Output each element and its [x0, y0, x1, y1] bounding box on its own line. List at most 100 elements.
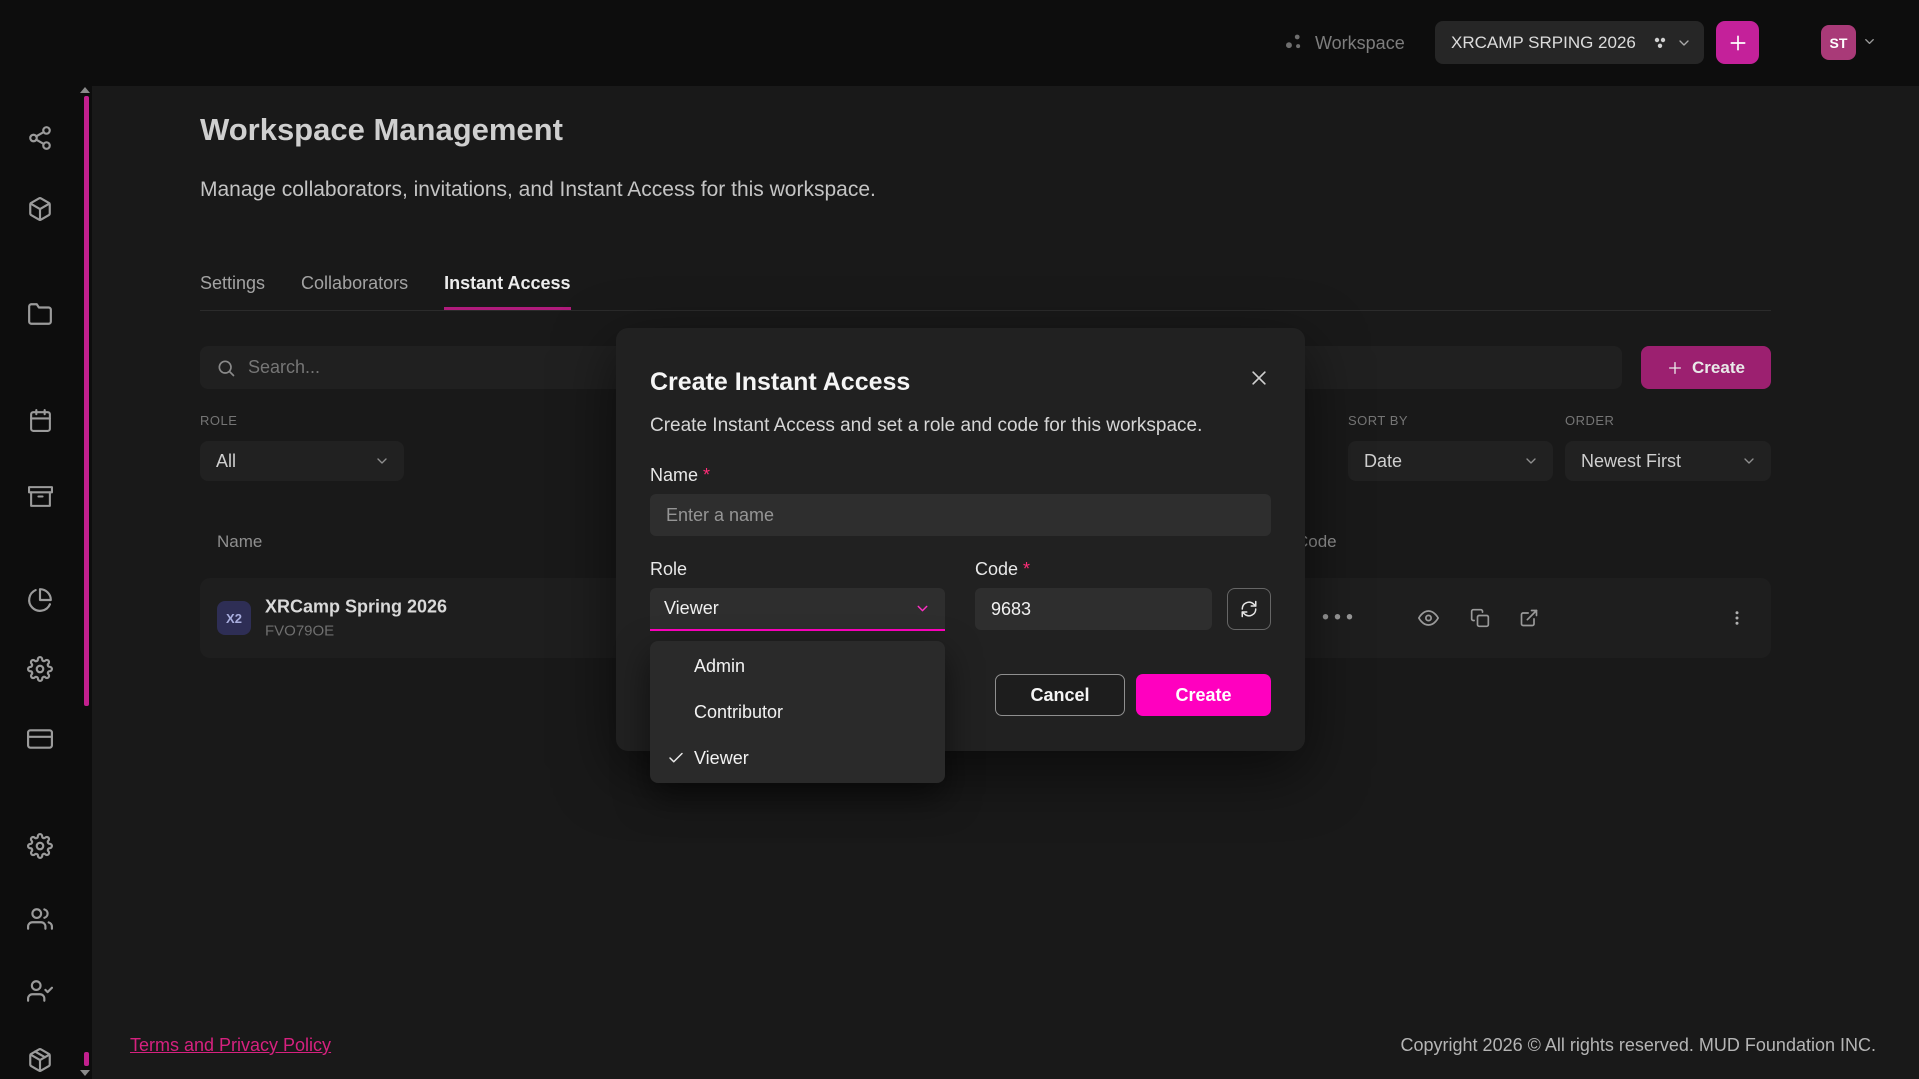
create-instant-access-modal: Create Instant Access Create Instant Acc…	[616, 328, 1305, 751]
role-filter-select[interactable]: All	[200, 441, 404, 481]
tab-bar: Settings Collaborators Instant Access	[200, 272, 607, 310]
sidebar-item-packages[interactable]	[25, 1045, 55, 1075]
cube-icon	[27, 196, 53, 222]
copyright-text: Copyright 2026 © All rights reserved. MU…	[1401, 1035, 1876, 1056]
tabs-divider	[200, 310, 1771, 311]
sidebar-item-roles[interactable]	[25, 976, 55, 1006]
refresh-icon	[1240, 600, 1258, 618]
role-option-label: Contributor	[694, 702, 783, 723]
kebab-menu-icon	[1728, 609, 1746, 627]
topbar: Workspace XRCAMP SRPING 2026 ST	[0, 0, 1919, 86]
code-label-text: Code	[975, 559, 1018, 579]
required-asterisk: *	[703, 465, 710, 485]
calendar-icon	[28, 408, 53, 433]
role-option-viewer[interactable]: Viewer	[650, 735, 945, 781]
role-select[interactable]: Viewer	[650, 588, 945, 631]
order-select[interactable]: Newest First	[1565, 441, 1771, 481]
scroll-down-arrow[interactable]	[80, 1070, 90, 1076]
folder-icon	[27, 301, 53, 327]
sidebar-scrollbar-thumb[interactable]	[84, 1052, 89, 1066]
chevron-down-icon	[1741, 453, 1757, 469]
role-filter-label: ROLE	[200, 413, 237, 428]
sort-by-value: Date	[1364, 451, 1402, 472]
eye-icon	[1418, 608, 1439, 629]
new-workspace-button[interactable]	[1716, 21, 1759, 64]
tab-settings[interactable]: Settings	[200, 272, 265, 310]
plus-icon	[1667, 360, 1683, 376]
role-option-contributor[interactable]: Contributor	[650, 689, 945, 735]
page-title: Workspace Management	[200, 112, 563, 148]
sidebar-item-analytics[interactable]	[25, 585, 55, 615]
sidebar-scrollbar-thumb[interactable]	[84, 96, 89, 706]
instant-access-id: FVO79OE	[265, 623, 447, 640]
user-menu-chevron-icon[interactable]	[1862, 34, 1877, 54]
pie-chart-icon	[27, 587, 53, 613]
regenerate-code-button[interactable]	[1227, 588, 1271, 630]
check-spacer	[667, 657, 685, 675]
name-field-label: Name*	[650, 464, 1271, 486]
network-icon	[27, 125, 53, 151]
chevron-down-icon	[374, 453, 390, 469]
show-code-button[interactable]	[1418, 608, 1439, 629]
order-filter-label: ORDER	[1565, 413, 1614, 428]
terms-privacy-link[interactable]: Terms and Privacy Policy	[130, 1035, 331, 1056]
team-icon	[1652, 35, 1668, 51]
external-link-icon	[1519, 608, 1539, 628]
gear-icon	[27, 656, 53, 682]
role-dropdown-menu: Admin Contributor Viewer	[650, 641, 945, 783]
sort-by-select[interactable]: Date	[1348, 441, 1553, 481]
name-column-header: Name	[217, 532, 262, 552]
modal-create-button[interactable]: Create	[1136, 674, 1271, 716]
create-button-label: Create	[1692, 358, 1745, 378]
sort-filter-label: SORT BY	[1348, 413, 1408, 428]
role-option-admin[interactable]: Admin	[650, 643, 945, 689]
modal-title: Create Instant Access	[650, 366, 910, 398]
sidebar-item-projects[interactable]	[25, 299, 55, 329]
workspace-cluster-icon	[1283, 31, 1305, 58]
sidebar-item-assets[interactable]	[25, 194, 55, 224]
check-icon	[667, 749, 685, 767]
create-instant-access-button[interactable]: Create	[1641, 346, 1771, 389]
sidebar-item-billing[interactable]	[25, 724, 55, 754]
close-icon	[1249, 368, 1269, 388]
name-label-text: Name	[650, 465, 698, 485]
name-input[interactable]	[650, 494, 1271, 536]
copy-icon	[1470, 608, 1490, 628]
sidebar-item-preferences[interactable]	[25, 831, 55, 861]
sidebar-item-settings[interactable]	[25, 654, 55, 684]
sidebar-item-archive[interactable]	[25, 481, 55, 511]
page-subtitle: Manage collaborators, invitations, and I…	[200, 178, 876, 202]
instant-access-name: XRCamp Spring 2026	[265, 597, 447, 618]
code-field-label: Code*	[975, 558, 1271, 580]
role-filter-value: All	[216, 451, 236, 472]
chevron-down-icon	[1676, 35, 1692, 51]
tab-collaborators[interactable]: Collaborators	[301, 272, 408, 310]
chevron-down-icon	[914, 600, 931, 617]
role-select-value: Viewer	[664, 598, 719, 619]
avatar: X2	[217, 601, 251, 635]
role-option-label: Viewer	[694, 748, 749, 769]
modal-description: Create Instant Access and set a role and…	[650, 414, 1271, 438]
close-modal-button[interactable]	[1247, 366, 1271, 393]
sidebar-item-calendar[interactable]	[25, 405, 55, 435]
code-input[interactable]	[975, 588, 1212, 630]
scroll-up-arrow[interactable]	[80, 87, 90, 93]
sidebar-item-users[interactable]	[25, 904, 55, 934]
copy-code-button[interactable]	[1470, 608, 1490, 628]
gear-icon	[27, 833, 53, 859]
workspace-selector[interactable]: XRCAMP SRPING 2026	[1435, 21, 1704, 64]
archive-icon	[28, 484, 53, 509]
cancel-button[interactable]: Cancel	[995, 674, 1125, 716]
sidebar	[0, 0, 92, 1079]
workspace-selector-value: XRCAMP SRPING 2026	[1451, 33, 1644, 53]
plus-icon	[1728, 33, 1748, 53]
sidebar-item-network[interactable]	[25, 123, 55, 153]
open-link-button[interactable]	[1519, 608, 1539, 628]
user-avatar[interactable]: ST	[1821, 25, 1856, 60]
check-spacer	[667, 703, 685, 721]
users-icon	[27, 906, 53, 932]
tab-instant-access[interactable]: Instant Access	[444, 272, 570, 310]
role-option-label: Admin	[694, 656, 745, 677]
row-menu-button[interactable]	[1728, 609, 1746, 627]
user-check-icon	[27, 978, 53, 1004]
